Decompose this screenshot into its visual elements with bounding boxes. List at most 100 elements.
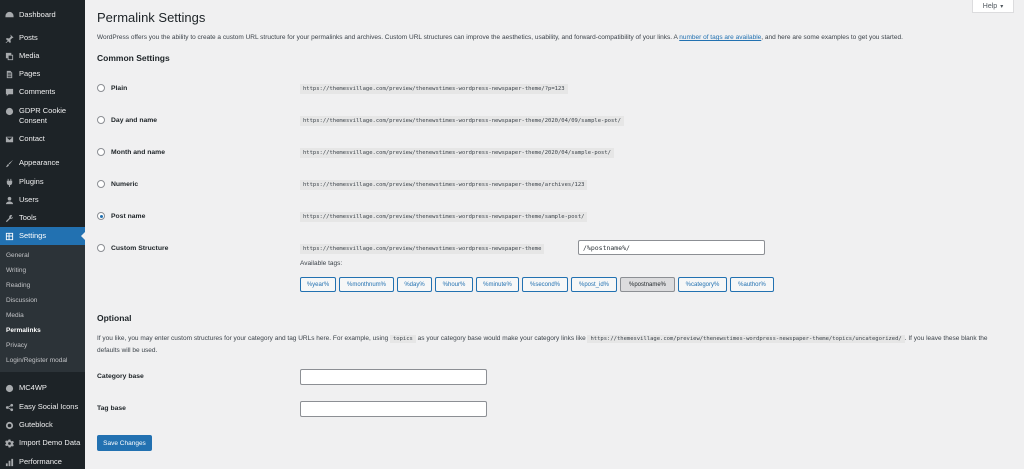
settings-submenu: General Writing Reading Discussion Media… [0,245,85,372]
sidebar-item-label: Settings [19,231,47,240]
tag-button-hour[interactable]: %hour% [435,277,473,292]
tag-button-postname[interactable]: %postname% [620,277,675,292]
optional-desc-1: If you like, you may enter custom struct… [97,335,390,342]
sidebar-item-label: Contact [19,134,45,143]
sidebar-item-tools[interactable]: Tools [0,213,85,223]
sidebar-item-guteblock[interactable]: Guteblock [0,420,85,430]
sidebar-item-label: Tools [19,213,37,222]
sidebar-item-label: Users [19,195,39,204]
tag-button-author[interactable]: %author% [730,277,774,292]
sidebar-item-label: Appearance [19,158,60,167]
sidebar-item-label: Easy Social Icons [19,402,79,411]
tag-button-day[interactable]: %day% [397,277,432,292]
comments-icon [5,88,14,97]
submenu-item-privacy[interactable]: Privacy [6,342,27,349]
sidebar-item-contact[interactable]: Contact [0,134,85,144]
sidebar-item-dashboard[interactable]: Dashboard [0,10,85,20]
sidebar-item-pages[interactable]: Pages [0,69,85,79]
sidebar-item-label: MC4WP [19,383,47,392]
sidebar-item-label: Guteblock [19,420,53,429]
sidebar-item-label: Comments [19,87,56,96]
tag-button-minute[interactable]: %minute% [476,277,519,292]
option-post-name[interactable]: Post name [97,212,145,220]
user-icon [5,196,14,205]
tag-base-label: Tag base [97,405,126,412]
example-url: https://themesvillage.com/preview/thenew… [300,180,588,190]
tags-link[interactable]: number of tags are available [679,34,761,41]
submenu-item-login-register-modal[interactable]: Login/Register modal [6,357,67,364]
option-label: Plain [111,84,128,92]
submenu-item-writing[interactable]: Writing [6,267,26,274]
wrench-icon [5,214,14,223]
cookie-icon [5,107,14,116]
settings-icon [5,232,14,241]
radio-post-name[interactable] [97,212,105,220]
option-label: Day and name [111,116,158,124]
submenu-item-media[interactable]: Media [6,312,24,319]
option-label: Custom Structure [111,244,169,252]
radio-custom-structure[interactable] [97,244,105,252]
mc4wp-icon [5,384,14,393]
media-icon [5,52,14,61]
tag-base-input[interactable] [300,401,487,417]
sidebar-item-label: Pages [19,69,41,78]
intro-text-end: , and here are some examples to get you … [761,34,903,41]
performance-icon [5,458,14,467]
category-base-label: Category base [97,373,144,380]
radio-month-and-name[interactable] [97,148,105,156]
tag-button-category[interactable]: %category% [678,277,727,292]
sidebar-item-label: Plugins [19,177,44,186]
submenu-item-general[interactable]: General [6,252,29,259]
save-changes-button[interactable]: Save Changes [97,435,152,451]
sidebar-item-label: GDPR Cookie Consent [19,106,67,125]
submenu-item-reading[interactable]: Reading [6,282,30,289]
sidebar-item-mc4wp[interactable]: MC4WP [0,383,85,393]
envelope-icon [5,135,14,144]
sidebar-item-import-demo-data[interactable]: Import Demo Data [0,438,85,448]
radio-numeric[interactable] [97,180,105,188]
submenu-item-discussion[interactable]: Discussion [6,297,37,304]
option-month-and-name[interactable]: Month and name [97,148,165,156]
custom-structure-input[interactable]: /%postname%/ [578,240,765,255]
help-tab-button[interactable]: Help ▾ [972,0,1014,13]
example-url: https://themesvillage.com/preview/thenew… [300,84,568,94]
tag-button-second[interactable]: %second% [522,277,568,292]
available-tags-label: Available tags: [300,260,343,267]
radio-plain[interactable] [97,84,105,92]
submenu-item-permalinks[interactable]: Permalinks [6,327,41,334]
pages-icon [5,70,14,79]
optional-description: If you like, you may enter custom struct… [97,333,1012,356]
sidebar-item-label: Performance [19,457,62,466]
intro-text: WordPress offers you the ability to crea… [97,34,903,41]
sidebar-item-comments[interactable]: Comments [0,87,85,97]
inline-code-topics: topics [390,335,416,343]
example-url: https://themesvillage.com/preview/thenew… [300,148,614,158]
guteblock-icon [5,421,14,430]
category-base-input[interactable] [300,369,487,385]
option-plain[interactable]: Plain [97,84,127,92]
option-custom-structure[interactable]: Custom Structure [97,244,168,252]
sidebar-item-plugins[interactable]: Plugins [0,177,85,187]
sidebar-item-performance[interactable]: Performance [0,457,85,467]
main-content: Help ▾ Permalink Settings WordPress offe… [85,0,1024,469]
option-day-and-name[interactable]: Day and name [97,116,157,124]
tag-button-monthnum[interactable]: %monthnum% [339,277,394,292]
sidebar-item-users[interactable]: Users [0,195,85,205]
tag-button-post-id[interactable]: %post_id% [571,277,617,292]
sidebar-item-gdpr-cookie-consent[interactable]: GDPR Cookie Consent [0,106,85,126]
optional-desc-2: as your category base would make your ca… [415,335,588,342]
brush-icon [5,159,14,168]
sidebar-item-settings[interactable]: Settings [0,227,85,245]
sidebar-item-media[interactable]: Media [0,51,85,61]
tag-button-year[interactable]: %year% [300,277,336,292]
page-title: Permalink Settings [97,10,206,25]
sidebar-item-appearance[interactable]: Appearance [0,158,85,168]
example-url: https://themesvillage.com/preview/thenew… [300,212,588,222]
sidebar-item-posts[interactable]: Posts [0,33,85,43]
option-label: Post name [111,212,146,220]
social-icon [5,403,14,412]
admin-sidebar: Dashboard Posts Media Pages Comments GDP… [0,0,85,469]
option-numeric[interactable]: Numeric [97,180,138,188]
radio-day-and-name[interactable] [97,116,105,124]
sidebar-item-easy-social-icons[interactable]: Easy Social Icons [0,402,85,412]
